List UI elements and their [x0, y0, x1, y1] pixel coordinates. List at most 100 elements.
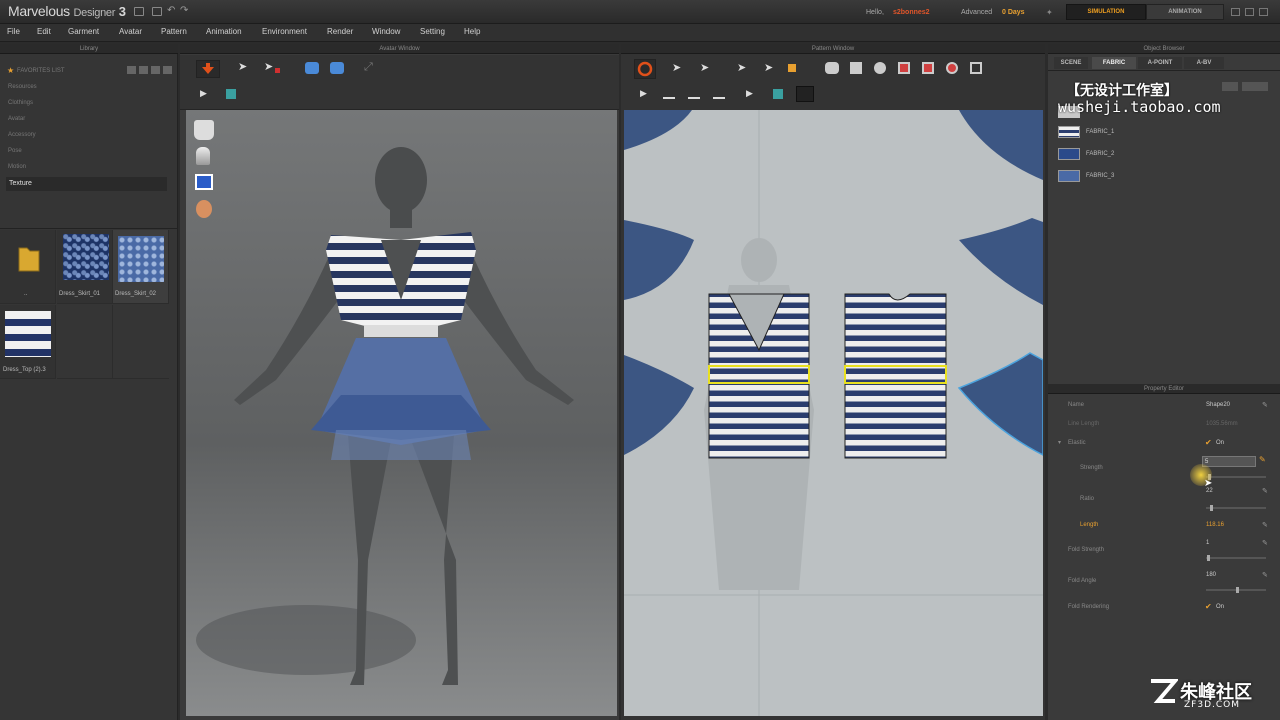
fabric-thumbnail[interactable]: [118, 236, 164, 282]
stripes-thumbnail[interactable]: [5, 311, 51, 357]
library-item-texture[interactable]: Texture: [6, 177, 167, 191]
pattern-canvas[interactable]: [624, 110, 1043, 716]
library-item-pose[interactable]: Pose: [8, 148, 22, 154]
maximize-button[interactable]: [1245, 8, 1254, 16]
fold-rendering-checkbox[interactable]: ✔: [1205, 603, 1212, 611]
tack-icon[interactable]: [713, 89, 725, 99]
slider-knob[interactable]: [1236, 587, 1239, 593]
refresh-icon[interactable]: [127, 66, 136, 74]
delete-icon[interactable]: [163, 66, 172, 74]
folder-icon[interactable]: [17, 242, 41, 277]
fabric-thumbnail[interactable]: [63, 234, 109, 280]
add-fabric-button[interactable]: [1222, 82, 1238, 91]
settings-icon[interactable]: ✦: [1046, 8, 1053, 17]
tuck-tool-icon[interactable]: [330, 62, 344, 74]
user-name[interactable]: s2bonnes2: [893, 9, 930, 16]
thumb-cell-empty: [113, 305, 169, 379]
pin-icon[interactable]: [275, 68, 280, 73]
menu-environment[interactable]: Environment: [262, 27, 307, 36]
add-point-icon[interactable]: ➤: [764, 61, 773, 74]
tab-scene[interactable]: SCENE: [1054, 57, 1088, 69]
ratio-slider[interactable]: [1206, 505, 1266, 511]
menu-edit[interactable]: Edit: [37, 27, 51, 36]
favorites-label[interactable]: FAVORITES LIST: [17, 68, 65, 74]
rectangle-icon[interactable]: [850, 62, 862, 74]
menu-render[interactable]: Render: [327, 27, 353, 36]
library-item-motion[interactable]: Motion: [8, 164, 26, 170]
tab-fabric[interactable]: FABRIC: [1092, 57, 1136, 69]
select-tool-icon[interactable]: ➤: [238, 60, 247, 73]
edit-pen-icon[interactable]: ✎: [1262, 521, 1268, 529]
segment-sewing-icon[interactable]: ▶: [640, 88, 647, 99]
undo-icon[interactable]: ↶: [167, 5, 175, 16]
internal-circle-icon[interactable]: [946, 62, 958, 74]
fabric-swatch: [1058, 148, 1080, 160]
elastic-checkbox[interactable]: ✔: [1205, 439, 1212, 447]
copy-fabric-button[interactable]: [1242, 82, 1268, 91]
texture-map-icon[interactable]: [773, 89, 783, 99]
prop-value-fold-angle[interactable]: 180: [1206, 572, 1216, 578]
tab-a-bv[interactable]: A-BV: [1184, 57, 1224, 69]
folder-icon[interactable]: [152, 7, 162, 16]
circle-icon[interactable]: [874, 62, 886, 74]
pin-point-icon[interactable]: [788, 64, 796, 72]
simulate-button[interactable]: [196, 60, 220, 78]
menu-file[interactable]: File: [7, 27, 20, 36]
slider-knob[interactable]: [1207, 555, 1210, 561]
free-sewing-icon[interactable]: [663, 89, 675, 99]
collapse-arrow-icon[interactable]: ▾: [1058, 439, 1061, 446]
avatar-figure[interactable]: [186, 110, 617, 716]
prop-value-fold-strength[interactable]: 1: [1206, 540, 1209, 546]
edit-pen-icon[interactable]: ✎: [1262, 539, 1268, 547]
edit-icon[interactable]: [151, 66, 160, 74]
texture-icon[interactable]: [226, 89, 236, 99]
add-icon[interactable]: [139, 66, 148, 74]
menu-animation[interactable]: Animation: [206, 27, 242, 36]
internal-rect-icon[interactable]: [922, 62, 934, 74]
library-item-accessory[interactable]: Accessory: [8, 132, 36, 138]
menu-setting[interactable]: Setting: [420, 27, 445, 36]
edit-pen-icon[interactable]: ✎: [1262, 401, 1268, 409]
strength-slider[interactable]: [1206, 474, 1266, 480]
edit-texture-icon[interactable]: ▶: [746, 88, 753, 99]
prop-value-elastic: On: [1216, 440, 1225, 446]
redo-icon[interactable]: ↷: [180, 5, 188, 16]
chart-icon[interactable]: [134, 7, 144, 16]
simulate-toggle-button[interactable]: [634, 59, 656, 79]
curve-point-icon[interactable]: ➤: [737, 61, 746, 74]
library-item-clothings[interactable]: Clothings: [8, 100, 33, 106]
prop-value-ratio[interactable]: 22: [1206, 488, 1213, 494]
close-button[interactable]: [1259, 8, 1268, 16]
measure-icon[interactable]: ⤢: [364, 61, 373, 74]
shirt-tool-icon[interactable]: [305, 62, 319, 74]
prop-value-name[interactable]: Shape20: [1206, 402, 1230, 408]
fold-angle-slider[interactable]: [1206, 587, 1266, 593]
show-avatar-icon[interactable]: ▶: [200, 88, 207, 99]
menu-help[interactable]: Help: [464, 27, 480, 36]
edit-pen-icon[interactable]: ✎: [1259, 455, 1266, 464]
library-item-resources[interactable]: Resources: [8, 84, 37, 90]
fold-strength-slider[interactable]: [1206, 555, 1266, 561]
menu-avatar[interactable]: Avatar: [119, 27, 142, 36]
dart-icon[interactable]: [970, 62, 982, 74]
menu-window[interactable]: Window: [372, 27, 400, 36]
edit-pen-icon[interactable]: ✎: [1262, 487, 1268, 495]
slider-knob[interactable]: [1210, 505, 1213, 511]
tab-simulation[interactable]: SIMULATION: [1066, 4, 1146, 20]
edit-gradient-icon[interactable]: [796, 86, 814, 102]
edit-point-icon[interactable]: ➤: [700, 61, 709, 74]
strength-input[interactable]: 5: [1202, 456, 1256, 467]
polygon-icon[interactable]: [825, 62, 839, 74]
edit-pen-icon[interactable]: ✎: [1262, 571, 1268, 579]
transform-tool-icon[interactable]: ➤: [672, 61, 681, 74]
m-n-sewing-icon[interactable]: [688, 89, 700, 99]
menu-pattern[interactable]: Pattern: [161, 27, 187, 36]
tab-animation[interactable]: ANIMATION: [1146, 4, 1224, 20]
prop-value-length[interactable]: 118.16: [1206, 522, 1224, 528]
internal-polygon-icon[interactable]: [898, 62, 910, 74]
library-item-avatar[interactable]: Avatar: [8, 116, 25, 122]
tab-a-point[interactable]: A-POINT: [1138, 57, 1182, 69]
minimize-button[interactable]: [1231, 8, 1240, 16]
menu-garment[interactable]: Garment: [68, 27, 99, 36]
select-mesh-icon[interactable]: ➤: [264, 60, 273, 73]
